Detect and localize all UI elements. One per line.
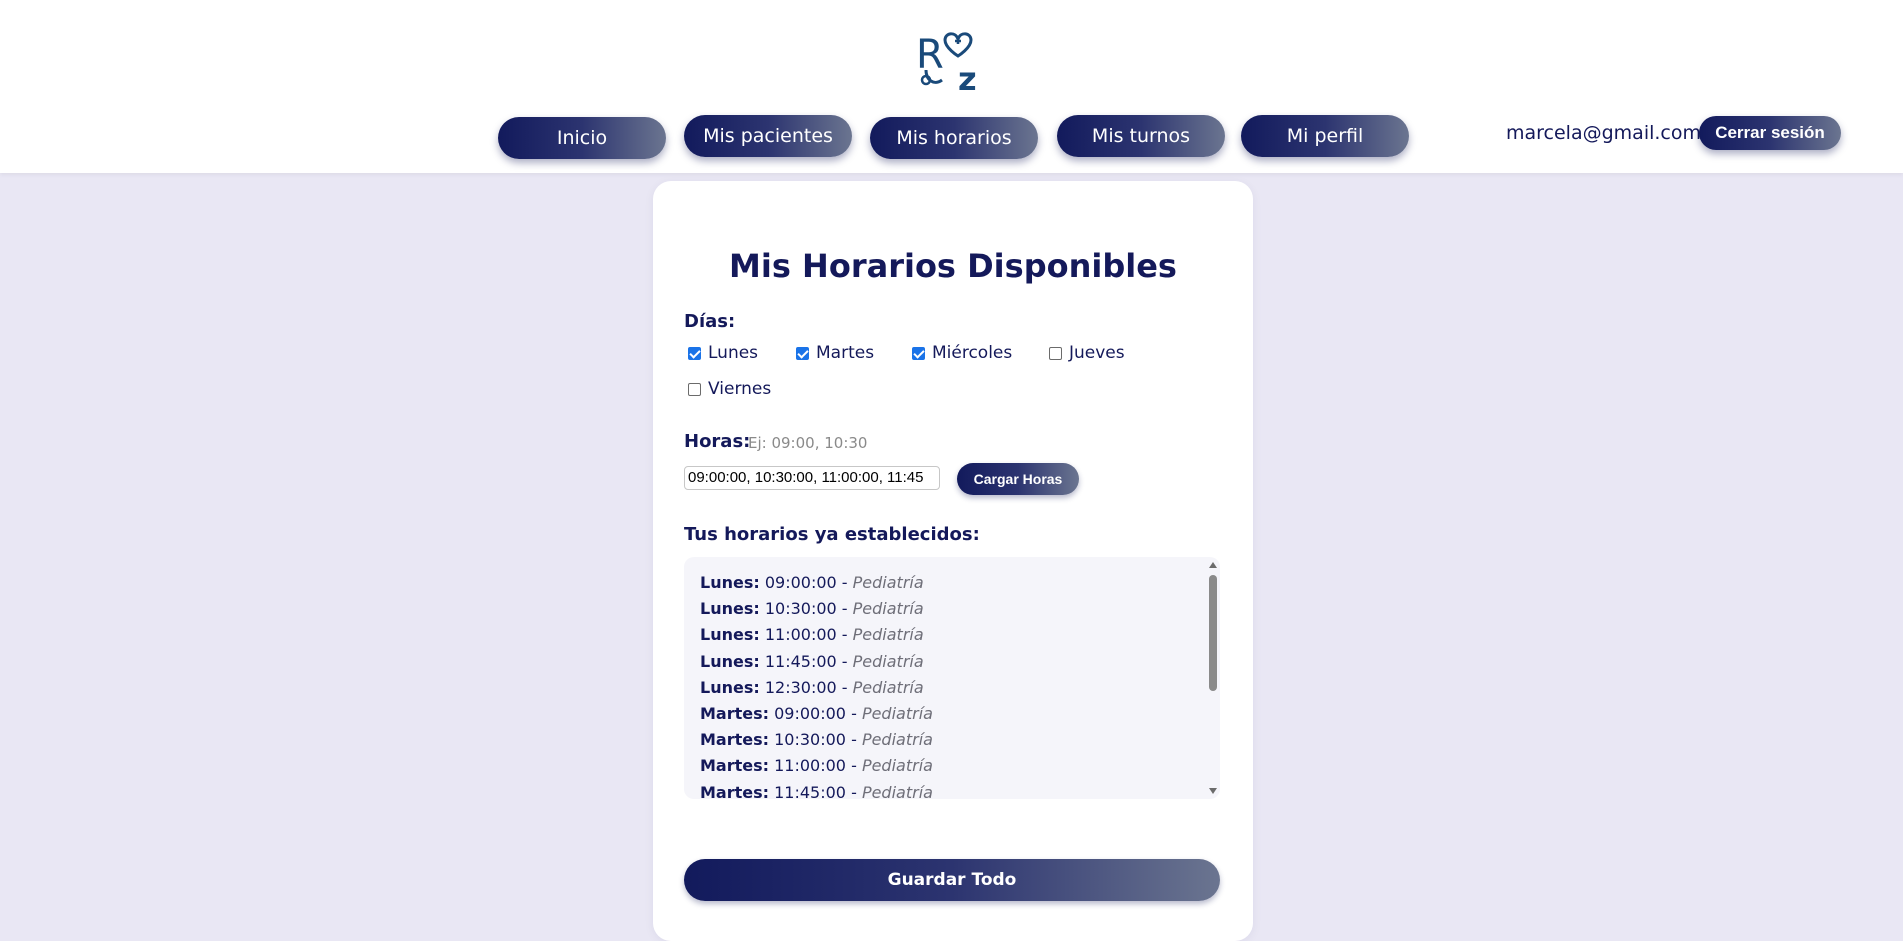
nav-mi-perfil-button[interactable]: Mi perfil	[1241, 115, 1409, 157]
established-schedules-label: Tus horarios ya establecidos:	[684, 524, 980, 545]
day-checkbox-lunes[interactable]: Lunes	[688, 343, 758, 363]
day-checkbox-martes[interactable]: Martes	[796, 343, 874, 363]
schedule-row: Martes: 10:30:00 - Pediatría	[700, 730, 933, 750]
schedule-list: Lunes: 09:00:00 - Pediatría Lunes: 10:30…	[700, 573, 933, 799]
save-all-button[interactable]: Guardar Todo	[684, 859, 1220, 901]
checkbox-martes[interactable]	[796, 346, 809, 360]
checkbox-miercoles[interactable]	[912, 346, 925, 360]
established-schedules-list[interactable]: Lunes: 09:00:00 - Pediatría Lunes: 10:30…	[684, 557, 1220, 799]
schedule-row: Martes: 11:45:00 - Pediatría	[700, 782, 933, 800]
hours-input[interactable]: 09:00:00, 10:30:00, 11:00:00, 11:45	[684, 466, 940, 490]
schedule-row: Lunes: 09:00:00 - Pediatría	[700, 573, 924, 592]
schedule-row: Lunes: 11:00:00 - Pediatría	[700, 625, 924, 645]
hours-label: Horas:	[684, 431, 751, 452]
schedule-row: Lunes: 10:30:00 - Pediatría	[700, 599, 924, 619]
checkbox-viernes[interactable]	[688, 382, 701, 396]
day-checkbox-jueves[interactable]: Jueves	[1049, 343, 1125, 363]
nav-inicio-button[interactable]: Inicio	[498, 117, 666, 159]
day-checkbox-viernes[interactable]: Viernes	[688, 379, 771, 399]
nav-mis-pacientes-button[interactable]: Mis pacientes	[684, 115, 852, 157]
scroll-up-arrow-icon[interactable]	[1209, 562, 1217, 568]
day-label-miercoles: Miércoles	[932, 343, 1013, 363]
svg-text:z: z	[958, 60, 977, 94]
schedule-scrollbar[interactable]	[1206, 557, 1220, 799]
load-hours-button[interactable]: Cargar Horas	[957, 463, 1079, 495]
day-label-martes: Martes	[816, 343, 875, 363]
checkbox-lunes[interactable]	[688, 346, 701, 360]
svg-text:R: R	[916, 32, 944, 78]
schedule-row: Martes: 11:00:00 - Pediatría	[700, 756, 933, 776]
schedule-row: Martes: 09:00:00 - Pediatría	[700, 703, 933, 723]
app-logo[interactable]: R z	[912, 28, 990, 94]
schedule-row: Lunes: 11:45:00 - Pediatría	[700, 651, 924, 671]
day-label-jueves: Jueves	[1069, 343, 1125, 363]
days-label: Días:	[684, 311, 736, 332]
checkbox-jueves[interactable]	[1049, 346, 1062, 360]
scroll-down-arrow-icon[interactable]	[1209, 788, 1217, 794]
page-title: Mis Horarios Disponibles	[729, 247, 1177, 285]
nav-mis-horarios-button[interactable]: Mis horarios	[870, 117, 1038, 159]
top-header: R z Inicio Mis pacientes Mis horarios Mi…	[0, 0, 1903, 173]
user-email: marcela@gmail.com	[1506, 122, 1701, 144]
day-label-lunes: Lunes	[708, 343, 759, 363]
schedule-row: Lunes: 12:30:00 - Pediatría	[700, 677, 924, 697]
day-label-viernes: Viernes	[708, 379, 772, 399]
scroll-thumb[interactable]	[1209, 575, 1217, 691]
logout-button[interactable]: Cerrar sesión	[1699, 116, 1841, 150]
day-checkbox-miercoles[interactable]: Miércoles	[912, 343, 1012, 363]
hours-hint: Ej: 09:00, 10:30	[748, 434, 868, 452]
nav-mis-turnos-button[interactable]: Mis turnos	[1057, 115, 1225, 157]
schedule-card: Mis Horarios Disponibles Días: Lunes Mar…	[653, 181, 1253, 941]
